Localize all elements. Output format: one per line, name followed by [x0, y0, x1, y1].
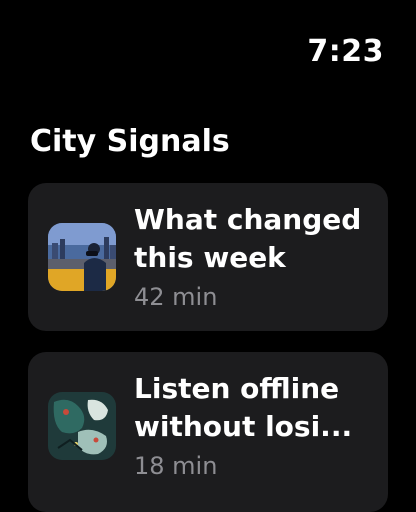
- episode-title-line: What changed: [134, 203, 362, 236]
- episode-duration: 42 min: [134, 283, 218, 311]
- episode-title-line: without losi...: [134, 410, 353, 443]
- episode-title: Listen offline without losi...: [134, 370, 374, 446]
- abstract-map-icon: [48, 392, 116, 460]
- episode-title-line: this week: [134, 241, 286, 274]
- episode-card[interactable]: Listen offline without losi... 18 min: [28, 352, 388, 512]
- status-time: 7:23: [307, 34, 384, 69]
- episode-artwork: [48, 223, 116, 291]
- episode-title: What changed this week: [134, 201, 374, 277]
- episode-text: What changed this week 42 min: [134, 201, 374, 311]
- page-title: City Signals: [30, 124, 230, 159]
- city-photo-icon: [48, 223, 116, 291]
- episode-text: Listen offline without losi... 18 min: [134, 370, 374, 480]
- episode-duration: 18 min: [134, 452, 218, 480]
- episode-title-line: Listen offline: [134, 372, 340, 405]
- episode-artwork: [48, 392, 116, 460]
- episode-card[interactable]: What changed this week 42 min: [28, 183, 388, 331]
